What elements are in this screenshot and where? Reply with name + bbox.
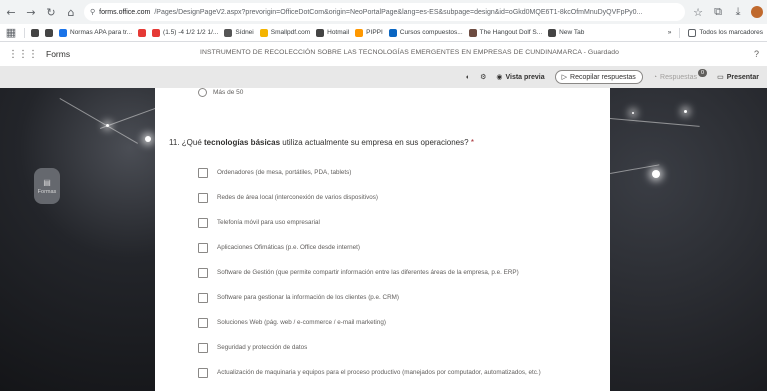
checkbox[interactable]	[198, 342, 208, 353]
checkbox-option[interactable]: Redes de área local (interconexión de va…	[198, 185, 541, 210]
url-host: forms.office.com	[99, 8, 151, 16]
decor-glow	[106, 124, 109, 127]
decor-glow	[684, 110, 687, 113]
back-icon[interactable]: ←	[4, 5, 18, 19]
theme-background-left	[0, 88, 155, 391]
shapes-widget[interactable]: ▤ Formas	[34, 168, 60, 204]
address-bar[interactable]: ⚲ forms.office.com/Pages/DesignPageV2.as…	[84, 3, 685, 21]
bookmark-item[interactable]: Sídnei	[224, 28, 254, 37]
present-button[interactable]: ▭ Presentar	[717, 73, 759, 82]
required-marker: *	[470, 138, 474, 147]
option-label: Redes de área local (interconexión de va…	[217, 194, 379, 201]
bookmark-item[interactable]: The Hangout Dolf S...	[468, 28, 542, 37]
reload-icon[interactable]: ↻	[44, 5, 58, 19]
checkbox-option[interactable]: Telefonía móvil para uso empresarial	[198, 210, 541, 235]
bookmark-item[interactable]: Hotmail	[316, 28, 349, 37]
option-label: Seguridad y protección de datos	[217, 344, 308, 351]
form-card: Más de 50 11. ¿Qué tecnologías básicas u…	[155, 88, 610, 391]
decor-glow	[145, 136, 151, 142]
option-label: Software de Gestión (que permite compart…	[217, 269, 519, 276]
bookmark-item[interactable]: (1.5) -4 1/2 1/2 1/...	[152, 28, 218, 37]
checkbox[interactable]	[198, 242, 208, 253]
checkbox-options: Ordenadores (de mesa, portátiles, PDA, t…	[198, 160, 541, 385]
checkbox-option[interactable]: Ordenadores (de mesa, portátiles, PDA, t…	[198, 160, 541, 185]
checkbox-option[interactable]: Soluciones Web (pág. web / e-commerce / …	[198, 310, 541, 335]
bookmark-item[interactable]	[45, 28, 53, 37]
checkbox[interactable]	[198, 167, 208, 178]
checkbox-option[interactable]: Software para gestionar la información d…	[198, 285, 541, 310]
document-title[interactable]: INSTRUMENTO DE RECOLECCIÓN SOBRE LAS TEC…	[200, 49, 619, 56]
question-text-bold: tecnologías básicas	[204, 138, 281, 147]
present-icon: ▭	[717, 74, 724, 81]
checkbox[interactable]	[198, 267, 208, 278]
all-bookmarks-folder[interactable]: Todos los marcadores	[688, 28, 763, 37]
avatar[interactable]	[751, 6, 763, 18]
question-title[interactable]: 11. ¿Qué tecnologías básicas utiliza act…	[169, 138, 474, 147]
more-bookmarks-icon[interactable]: »	[668, 29, 672, 36]
download-icon[interactable]: ⤓	[731, 5, 745, 19]
bookmarks-bar: ▦ Normas APA para tr... (1.5) -4 1/2 1/2…	[0, 24, 767, 42]
previous-option-label: Más de 50	[213, 89, 244, 96]
shapes-icon: ▤	[43, 177, 51, 187]
chart-icon: ◔	[652, 73, 658, 81]
bookmark-item[interactable]	[138, 28, 147, 37]
theme-icon[interactable]: ◐	[466, 74, 470, 81]
checkbox[interactable]	[198, 217, 208, 228]
bookmark-item[interactable]	[31, 28, 39, 37]
apps-grid-icon[interactable]: ▦	[4, 26, 18, 40]
browser-toolbar: ← → ↻ ⌂ ⚲ forms.office.com/Pages/DesignP…	[0, 0, 767, 24]
option-label: Ordenadores (de mesa, portátiles, PDA, t…	[217, 169, 352, 176]
checkbox-option[interactable]: Actualización de maquinaria y equipos pa…	[198, 360, 541, 385]
checkbox-option[interactable]: Software de Gestión (que permite compart…	[198, 260, 541, 285]
url-path: /Pages/DesignPageV2.aspx?prevorigin=Offi…	[154, 8, 643, 16]
checkbox-option[interactable]: Aplicaciones Ofimáticas (p.e. Office des…	[198, 235, 541, 260]
responses-count-badge: 0	[698, 69, 708, 77]
home-icon[interactable]: ⌂	[64, 5, 78, 19]
bookmark-separator	[24, 27, 25, 38]
question-text-post: utiliza actualmente su empresa en sus op…	[280, 138, 469, 147]
forward-icon[interactable]: →	[24, 5, 38, 19]
extensions-icon[interactable]: ⧉	[711, 5, 725, 19]
preview-button[interactable]: ◉ Vista previa	[496, 73, 544, 82]
forms-app-bar: ⋮⋮⋮ Forms INSTRUMENTO DE RECOLECCIÓN SOB…	[0, 42, 767, 66]
option-label: Actualización de maquinaria y equipos pa…	[217, 369, 541, 376]
checkbox[interactable]	[198, 292, 208, 303]
previous-option[interactable]: Más de 50	[198, 88, 243, 97]
bookmark-item[interactable]: Cursos compuestos...	[388, 28, 463, 37]
option-label: Aplicaciones Ofimáticas (p.e. Office des…	[217, 244, 361, 251]
settings-icon[interactable]: ⚙	[480, 73, 486, 81]
radio-button[interactable]	[198, 88, 207, 97]
bookmark-item[interactable]: PIPPI	[355, 28, 383, 37]
option-label: Software para gestionar la información d…	[217, 294, 399, 301]
bookmark-item[interactable]: Smallpdf.com	[259, 28, 310, 37]
decor-glow	[632, 112, 634, 114]
bookmark-item[interactable]: Normas APA para tr...	[59, 28, 132, 37]
bookmark-item[interactable]: New Tab	[548, 28, 584, 37]
site-info-icon[interactable]: ⚲	[90, 8, 95, 16]
shapes-label: Formas	[37, 188, 57, 195]
app-launcher-icon[interactable]: ⋮⋮⋮	[8, 49, 38, 60]
responses-tab[interactable]: ◔ Respuestas 0	[652, 69, 708, 81]
option-label: Telefonía móvil para uso empresarial	[217, 219, 320, 226]
eye-icon: ◉	[496, 74, 503, 81]
question-text-pre: ¿Qué	[181, 138, 204, 147]
checkbox[interactable]	[198, 192, 208, 203]
checkbox-option[interactable]: Seguridad y protección de datos	[198, 335, 541, 360]
app-name[interactable]: Forms	[46, 49, 70, 59]
option-label: Soluciones Web (pág. web / e-commerce / …	[217, 319, 386, 326]
checkbox[interactable]	[198, 367, 208, 378]
bookmark-star-icon[interactable]: ☆	[691, 5, 705, 19]
decor-glow	[652, 170, 660, 178]
send-icon: ▷	[561, 74, 568, 81]
decor-line	[609, 118, 700, 127]
collect-responses-button[interactable]: ▷ Recopilar respuestas	[554, 70, 643, 84]
bookmark-separator	[679, 27, 681, 38]
form-toolbar: ◐ ⚙ ◉ Vista previa ▷ Recopilar respuestas …	[0, 66, 767, 88]
checkbox[interactable]	[198, 317, 208, 328]
question-number: 11.	[169, 138, 180, 147]
help-icon[interactable]: ?	[754, 49, 759, 59]
